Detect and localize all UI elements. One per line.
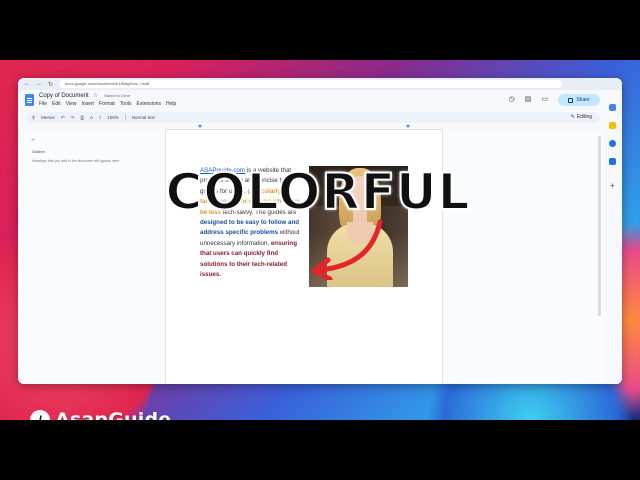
toolbar-divider [124,114,126,121]
outline-hint: Headings that you add to the document wi… [32,159,120,163]
address-field[interactable]: docs.google.com/document/d/1fNAgHcw...r/… [59,80,562,88]
keep-icon[interactable] [609,122,616,129]
outline-title: Outline [32,149,45,154]
search-menus[interactable]: Menus [41,115,55,120]
menu-tools[interactable]: Tools [120,101,132,107]
brand-logo-icon: / [30,410,50,420]
back-nav-icon[interactable]: ← [24,81,30,87]
print-icon[interactable]: ⎙ [80,115,84,120]
indent-marker[interactable] [198,125,202,128]
indent-marker[interactable] [406,125,410,128]
menu-view[interactable]: View [66,101,77,107]
menu-bar: File Edit View Insert Format Tools Exten… [39,101,176,107]
docs-header: Copy of Document ☆ Saved to Drive File Edi… [18,90,622,110]
docs-toolbar: ⚲ Menus ↶ ↷ ⎙ A ⌇ 100% Normal text ✎ Edit… [26,112,600,123]
pencil-icon: ✎ [570,114,575,120]
menu-help[interactable]: Help [166,101,176,107]
outline-pane: ← Outline Headings that you add to the d… [18,130,166,384]
back-arrow-icon[interactable]: ← [30,136,37,143]
saved-status: Saved to Drive [104,93,131,98]
star-icon[interactable]: ☆ [93,93,98,99]
brand-watermark: / AsapGuide [30,409,171,420]
brand-name: AsapGuide [55,409,172,420]
doc-title-row: Copy of Document ☆ Saved to Drive [39,92,130,99]
history-icon[interactable]: ◷ [509,95,515,103]
scrollbar[interactable] [598,136,601,316]
video-icon[interactable]: ▭ [541,95,548,103]
search-icon[interactable]: ⚲ [32,115,35,121]
share-button[interactable]: Share [558,94,600,106]
browser-url-bar: ← → ↻ docs.google.com/document/d/1fNAgHc… [18,78,622,90]
spellcheck-icon[interactable]: A [90,115,93,120]
forward-nav-icon[interactable]: → [36,81,42,87]
menu-edit[interactable]: Edit [52,101,61,107]
menu-extensions[interactable]: Extensions [136,101,160,107]
video-frame: ← → ↻ docs.google.com/document/d/1fNAgHc… [0,60,640,420]
menu-file[interactable]: File [39,101,47,107]
redo-icon[interactable]: ↷ [71,115,75,121]
header-icons: ◷ ▤ ▭ [509,95,548,103]
contacts-icon[interactable] [609,158,616,165]
add-icon[interactable]: + [609,182,616,190]
reload-icon[interactable]: ↻ [48,81,53,88]
mode-select[interactable]: ✎ Editing [571,114,593,120]
comment-icon[interactable]: ▤ [525,95,532,103]
calendar-icon[interactable] [609,104,616,111]
menu-format[interactable]: Format [99,101,115,107]
paint-format-icon[interactable]: ⌇ [99,115,101,121]
doc-title[interactable]: Copy of Document [39,93,89,99]
side-panel-rail: + [604,90,622,384]
lock-icon [568,97,574,103]
undo-icon[interactable]: ↶ [61,115,65,121]
share-label: Share [576,97,590,103]
docs-logo-icon[interactable] [25,94,34,106]
browser-window: ← → ↻ docs.google.com/document/d/1fNAgHc… [18,78,622,384]
tasks-icon[interactable] [609,140,616,147]
menu-insert[interactable]: Insert [81,101,94,107]
style-select[interactable]: Normal text [132,115,155,120]
mode-label: Editing [576,114,592,120]
zoom-select[interactable]: 100% [107,115,119,120]
thumbnail-title: COLORFUL [165,162,471,222]
arrow-annotation-icon [311,219,383,280]
